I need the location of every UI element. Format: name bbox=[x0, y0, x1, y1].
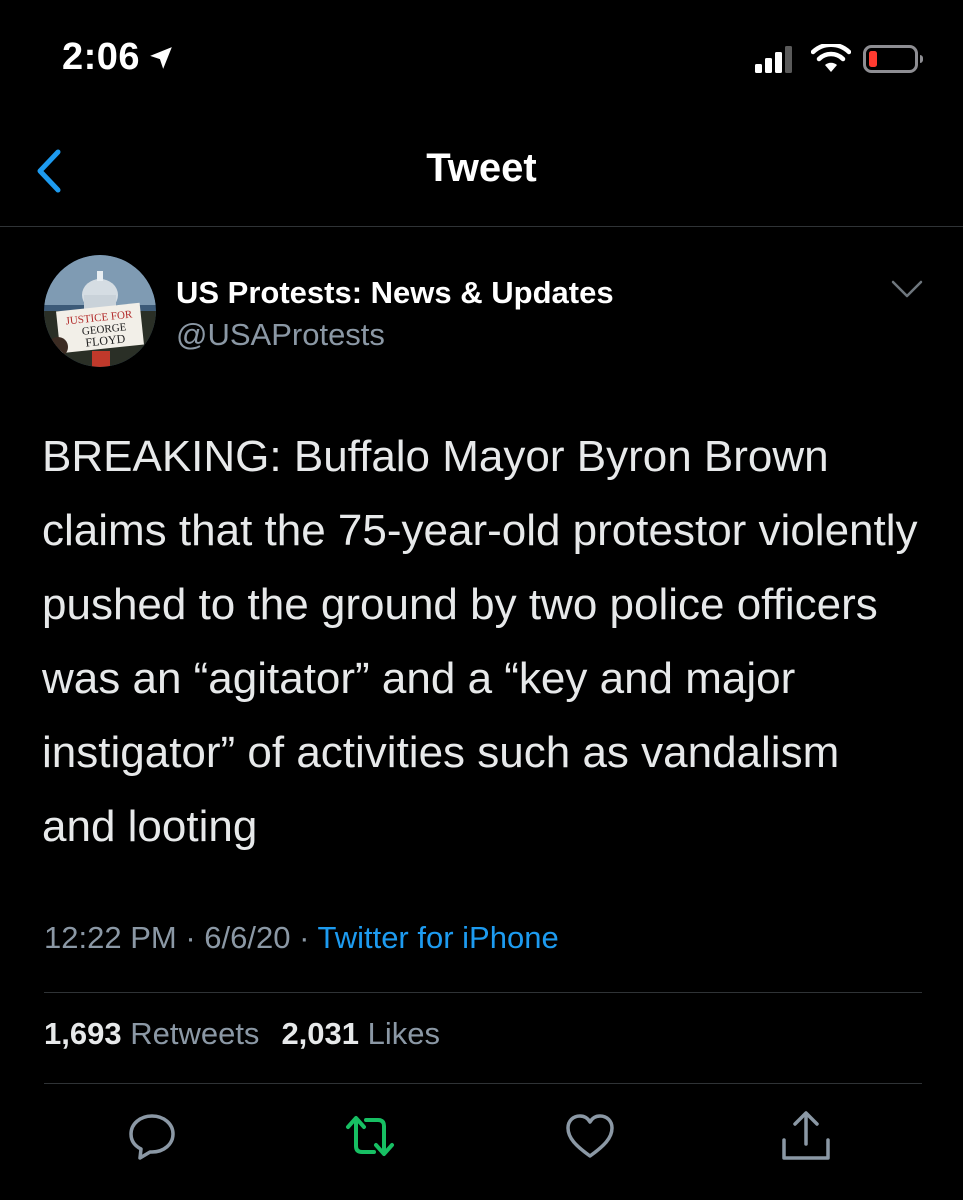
meta-separator: · bbox=[290, 920, 318, 955]
signal-icon bbox=[755, 46, 792, 73]
author-name[interactable]: US Protests: News & Updates bbox=[176, 275, 614, 311]
location-arrow-icon bbox=[150, 46, 172, 69]
page-title: Tweet bbox=[426, 146, 537, 190]
tweet-stats: 1,693 Retweets 2,031 Likes bbox=[44, 1016, 462, 1052]
likes-label: Likes bbox=[367, 1016, 441, 1051]
tweet-time: 12:22 PM bbox=[44, 920, 177, 955]
retweets-label: Retweets bbox=[130, 1016, 260, 1051]
chevron-down-icon[interactable] bbox=[890, 277, 924, 301]
divider bbox=[44, 992, 922, 993]
divider bbox=[44, 1083, 922, 1084]
action-bar bbox=[0, 1108, 963, 1168]
tweet-meta: 12:22 PM · 6/6/20 · Twitter for iPhone bbox=[44, 920, 559, 956]
tweet-source-link[interactable]: Twitter for iPhone bbox=[317, 920, 558, 955]
wifi-icon bbox=[811, 44, 851, 72]
retweets-stat[interactable]: 1,693 Retweets bbox=[44, 1016, 259, 1051]
retweets-count: 1,693 bbox=[44, 1016, 122, 1051]
likes-stat[interactable]: 2,031 Likes bbox=[281, 1016, 440, 1051]
status-icons bbox=[753, 44, 925, 74]
likes-count: 2,031 bbox=[281, 1016, 360, 1051]
status-time: 2:06 bbox=[62, 36, 174, 79]
status-time-text: 2:06 bbox=[62, 36, 141, 78]
battery-low-icon bbox=[863, 45, 923, 73]
tweet-text: BREAKING: Buffalo Mayor Byron Brown clai… bbox=[42, 432, 918, 851]
meta-separator: · bbox=[176, 920, 205, 955]
reply-icon[interactable] bbox=[124, 1108, 180, 1164]
like-icon[interactable] bbox=[562, 1108, 618, 1164]
status-bar: 2:06 bbox=[0, 0, 963, 120]
retweet-icon[interactable] bbox=[342, 1108, 398, 1164]
share-icon[interactable] bbox=[778, 1108, 834, 1164]
author-handle[interactable]: @USAProtests bbox=[176, 317, 385, 353]
tweet-author: JUSTICE FOR GEORGE FLOYD US Protests: Ne… bbox=[44, 255, 924, 375]
avatar[interactable]: JUSTICE FOR GEORGE FLOYD bbox=[44, 255, 156, 367]
tweet-date: 6/6/20 bbox=[204, 920, 291, 955]
nav-bar: Tweet bbox=[0, 120, 963, 227]
